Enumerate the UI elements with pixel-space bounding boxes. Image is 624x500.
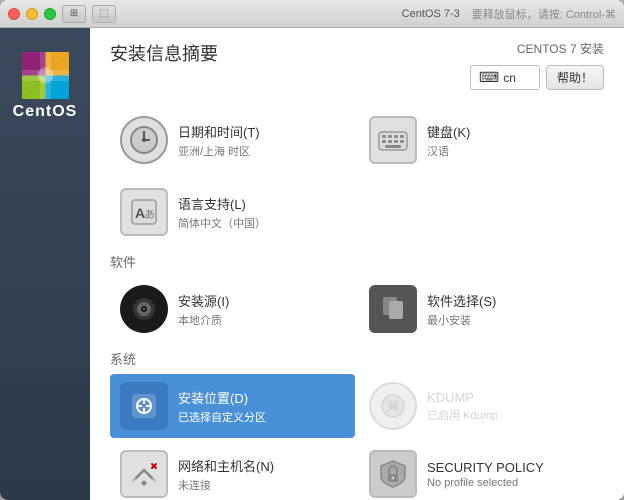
maximize-button[interactable] bbox=[44, 8, 56, 20]
grid-icon-button[interactable]: ⊞ bbox=[62, 5, 86, 23]
source-item[interactable]: 安装源(I) 本地介质 bbox=[110, 277, 355, 341]
install-dest-title: 安装位置(D) bbox=[178, 388, 266, 407]
lang-area: ⌨ cn 帮助！ bbox=[470, 65, 604, 90]
software-title: 软件选择(S) bbox=[427, 291, 496, 310]
security-subtitle: No profile selected bbox=[427, 477, 544, 489]
install-dest-subtitle: 已选择自定义分区 bbox=[178, 409, 266, 425]
network-svg bbox=[128, 458, 160, 490]
datetime-title: 日期和时间(T) bbox=[178, 122, 260, 141]
install-dest-icon-box bbox=[120, 382, 168, 430]
install-dest-text: 安装位置(D) 已选择自定义分区 bbox=[178, 388, 266, 425]
software-text: 软件选择(S) 最小安装 bbox=[427, 291, 496, 328]
keyboard-text: 键盘(K) 汉语 bbox=[427, 122, 470, 159]
software-section-label: 软件 bbox=[110, 252, 604, 271]
install-dest-item[interactable]: 安装位置(D) 已选择自定义分区 bbox=[110, 374, 355, 438]
source-icon-box bbox=[120, 285, 168, 333]
keyboard-icon: ⌨ bbox=[479, 69, 499, 86]
network-subtitle: 未连接 bbox=[178, 477, 274, 493]
language-title: 语言支持(L) bbox=[178, 194, 266, 213]
lang-grid: A あ 语言支持(L) 简体中文（中国） bbox=[110, 180, 604, 244]
source-svg bbox=[129, 294, 159, 324]
kdump-svg bbox=[378, 391, 408, 421]
network-title: 网络和主机名(N) bbox=[178, 456, 274, 475]
titlebar-hint: 要释放鼠标，请按: Control-⌘ bbox=[472, 6, 616, 22]
lang-input[interactable]: ⌨ cn bbox=[470, 65, 540, 90]
network-icon-box bbox=[120, 450, 168, 498]
top-bar: 安装信息摘要 CENTOS 7 安装 ⌨ cn 帮助！ bbox=[90, 28, 624, 98]
help-button[interactable]: 帮助！ bbox=[546, 65, 604, 90]
sidebar-brand-label: CentOS bbox=[13, 103, 78, 121]
keyboard-subtitle: 汉语 bbox=[427, 143, 470, 159]
page-title: 安装信息摘要 bbox=[110, 40, 218, 66]
software-svg bbox=[377, 293, 409, 325]
localization-grid: 日期和时间(T) 亚洲/上海 时区 bbox=[110, 108, 604, 172]
system-grid: 安装位置(D) 已选择自定义分区 bbox=[110, 374, 604, 500]
source-title: 安装源(I) bbox=[178, 291, 229, 310]
security-item[interactable]: SECURITY POLICY No profile selected bbox=[359, 442, 604, 500]
network-text: 网络和主机名(N) 未连接 bbox=[178, 456, 274, 493]
language-item[interactable]: A あ 语言支持(L) 简体中文（中国） bbox=[110, 180, 355, 244]
lang-svg: A あ bbox=[128, 196, 160, 228]
keyboard-item[interactable]: 键盘(K) 汉语 bbox=[359, 108, 604, 172]
source-subtitle: 本地介质 bbox=[178, 312, 229, 328]
kdump-item[interactable]: KDUMP 已启用 Kdump bbox=[359, 374, 604, 438]
minimize-button[interactable] bbox=[26, 8, 38, 20]
titlebar-info: CentOS 7-3 要释放鼠标，请按: Control-⌘ bbox=[402, 6, 616, 22]
datetime-icon bbox=[120, 116, 168, 164]
security-text: SECURITY POLICY No profile selected bbox=[427, 460, 544, 489]
language-icon-box: A あ bbox=[120, 188, 168, 236]
software-grid: 安装源(I) 本地介质 软件选择(S) bbox=[110, 277, 604, 341]
kdump-text: KDUMP 已启用 Kdump bbox=[427, 390, 498, 423]
keyboard-icon-box bbox=[369, 116, 417, 164]
content-area: 安装信息摘要 CENTOS 7 安装 ⌨ cn 帮助！ bbox=[90, 28, 624, 500]
clock-svg bbox=[128, 124, 160, 156]
language-subtitle: 简体中文（中国） bbox=[178, 215, 266, 231]
source-text: 安装源(I) 本地介质 bbox=[178, 291, 229, 328]
top-right-area: CENTOS 7 安装 ⌨ cn 帮助！ bbox=[470, 40, 604, 90]
keyboard-svg bbox=[377, 124, 409, 156]
security-svg bbox=[379, 459, 407, 489]
kdump-icon-box bbox=[369, 382, 417, 430]
svg-text:あ: あ bbox=[144, 208, 155, 221]
datetime-text: 日期和时间(T) 亚洲/上海 时区 bbox=[178, 122, 260, 159]
close-button[interactable] bbox=[8, 8, 20, 20]
sidebar: CentOS bbox=[0, 28, 90, 500]
datetime-subtitle: 亚洲/上海 时区 bbox=[178, 143, 260, 159]
kdump-title: KDUMP bbox=[427, 390, 498, 405]
install-dest-svg bbox=[128, 390, 160, 422]
centos-logo bbox=[18, 48, 73, 103]
titlebar: ⊞ ⬚ CentOS 7-3 要释放鼠标，请按: Control-⌘ bbox=[0, 0, 624, 28]
lang-value: cn bbox=[503, 71, 516, 85]
kdump-subtitle: 已启用 Kdump bbox=[427, 407, 498, 423]
network-item[interactable]: 网络和主机名(N) 未连接 bbox=[110, 442, 355, 500]
install-title: CENTOS 7 安装 bbox=[517, 40, 604, 57]
software-icon-box bbox=[369, 285, 417, 333]
security-title: SECURITY POLICY bbox=[427, 460, 544, 475]
main-window: ⊞ ⬚ CentOS 7-3 要释放鼠标，请按: Control-⌘ bbox=[0, 0, 624, 500]
system-section-label: 系统 bbox=[110, 349, 604, 368]
software-select-item[interactable]: 软件选择(S) 最小安装 bbox=[359, 277, 604, 341]
screen-icon-button[interactable]: ⬚ bbox=[92, 5, 116, 23]
scroll-content: 日期和时间(T) 亚洲/上海 时区 bbox=[90, 98, 624, 500]
software-subtitle: 最小安装 bbox=[427, 312, 496, 328]
datetime-item[interactable]: 日期和时间(T) 亚洲/上海 时区 bbox=[110, 108, 355, 172]
main-content: CentOS 安装信息摘要 CENTOS 7 安装 ⌨ cn 帮助！ bbox=[0, 28, 624, 500]
security-icon-box bbox=[369, 450, 417, 498]
language-text: 语言支持(L) 简体中文（中国） bbox=[178, 194, 266, 231]
keyboard-title: 键盘(K) bbox=[427, 122, 470, 141]
titlebar-title: CentOS 7-3 bbox=[402, 8, 460, 20]
